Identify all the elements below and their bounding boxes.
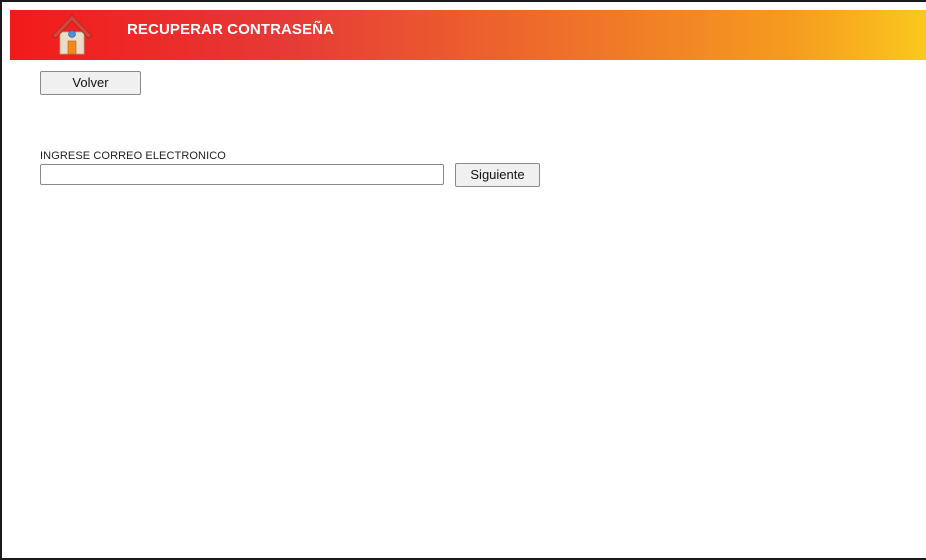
email-label: INGRESE CORREO ELECTRONICO <box>40 150 226 162</box>
page-title: RECUPERAR CONTRASEÑA <box>127 21 335 38</box>
back-button[interactable]: Volver <box>40 71 141 95</box>
next-button[interactable]: Siguiente <box>455 163 540 187</box>
page-header: RECUPERAR CONTRASEÑA <box>10 10 926 60</box>
page-frame: RECUPERAR CONTRASEÑA Volver INGRESE CORR… <box>0 0 926 560</box>
home-icon[interactable] <box>48 12 96 56</box>
email-field[interactable] <box>40 164 444 185</box>
